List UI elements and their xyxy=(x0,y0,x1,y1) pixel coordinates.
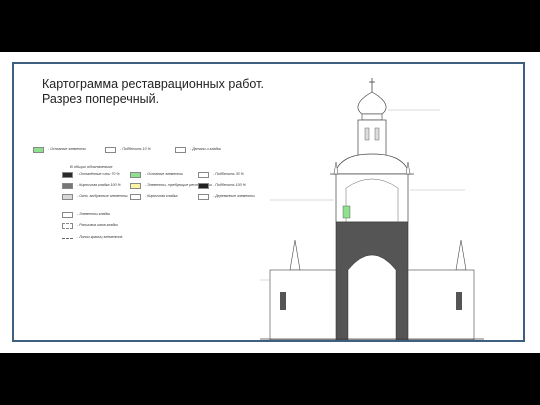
legend-label: - Линии границ элементов xyxy=(77,235,123,239)
legend-label: - Подбелить 10 % xyxy=(120,147,151,151)
legend-swatch xyxy=(33,147,44,153)
right-spire xyxy=(455,239,467,271)
left-aisle xyxy=(269,269,337,340)
onion-dome xyxy=(357,91,387,115)
legend-swatch xyxy=(198,194,209,200)
arch-opening xyxy=(347,254,397,340)
legend-label: - Основные элементы xyxy=(48,147,87,151)
legend-swatch xyxy=(198,172,209,178)
legend-label: - Кирпичная кладка 100 % xyxy=(77,183,121,187)
legend-label: - Основные элементы xyxy=(145,172,184,176)
right-aisle xyxy=(407,269,475,340)
drum xyxy=(357,119,387,157)
legend-label: - Отпалённые слои 70 % xyxy=(77,172,120,176)
title-line-1: Картограмма реставрационных работ. xyxy=(42,77,264,91)
left-spire xyxy=(289,239,301,271)
legend-swatch xyxy=(62,212,73,218)
legend-label: - Расшивка швов кладки xyxy=(77,223,118,227)
legend-label: - Элементы кладки xyxy=(77,212,111,216)
slide: Картограмма реставрационных работ. Разре… xyxy=(0,52,540,353)
legend-swatch xyxy=(62,183,73,189)
right-pier xyxy=(456,292,462,310)
legend-label: - Подбелить 100 % xyxy=(213,183,246,187)
drum-window xyxy=(374,127,380,141)
legend-subheading: В общих обозначениях xyxy=(70,164,113,169)
legend-label: - Окно, выбранные элементы xyxy=(77,194,128,198)
legend-swatch xyxy=(175,147,186,153)
legend-swatch xyxy=(130,194,141,200)
legend-swatch xyxy=(62,223,73,229)
main-roof xyxy=(333,153,411,175)
legend-swatch xyxy=(62,172,73,178)
legend-label: - Кирпичная кладка xyxy=(145,194,178,198)
legend-swatch xyxy=(62,194,73,200)
drum-window xyxy=(364,127,370,141)
legend-label: - Деревянные элементы xyxy=(213,194,255,198)
green-element xyxy=(342,205,351,219)
legend-swatch xyxy=(130,183,141,189)
slide-title: Картограмма реставрационных работ. Разре… xyxy=(42,77,264,107)
legend-swatch xyxy=(130,172,141,178)
dome-neck xyxy=(361,113,383,121)
legend-label: - Подбелить 30 % xyxy=(213,172,244,176)
cross-section-drawing xyxy=(260,78,484,340)
legend-swatch xyxy=(62,238,73,239)
title-line-2: Разрез поперечный. xyxy=(42,92,160,106)
legend-swatch xyxy=(105,147,116,153)
legend-label: - Детали и кладки xyxy=(190,147,222,151)
left-pier xyxy=(280,292,286,310)
legend-swatch xyxy=(198,183,209,189)
